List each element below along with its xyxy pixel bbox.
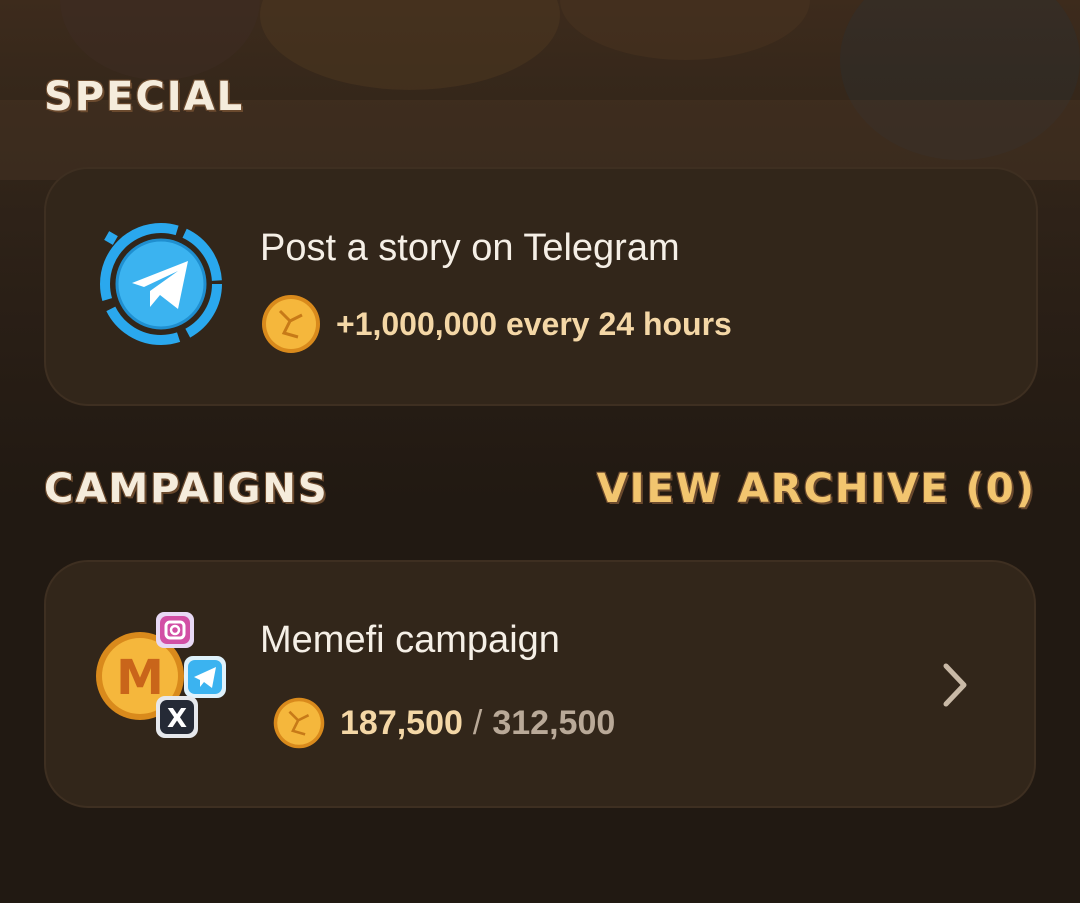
special-task-card[interactable]: Post a story on Telegram +1,000,000 ever… [44,167,1038,406]
telegram-icon [100,223,222,345]
special-task-title: Post a story on Telegram [260,227,680,269]
campaign-progress-current: 187,500 [340,703,463,742]
memefi-campaign-card[interactable]: M X Memefi campaign 187,500 / 312,500 [44,560,1036,808]
chevron-right-icon[interactable] [940,662,970,708]
campaign-progress-total: 312,500 [492,703,616,742]
memefi-coin-icon: M X [96,612,226,738]
campaign-progress: 187,500 / 312,500 [272,696,615,750]
campaign-title: Memefi campaign [260,619,560,661]
campaign-progress-separator: / [472,703,483,742]
coin-icon [273,697,325,749]
campaigns-section-title: CAMPAIGNS [44,466,329,512]
svg-text:M: M [116,650,164,706]
special-section-title: SPECIAL [44,74,245,120]
svg-text:X: X [167,704,187,734]
special-task-reward-text: +1,000,000 every 24 hours [336,305,732,342]
view-archive-link[interactable]: VIEW ARCHIVE (0) [597,466,1036,512]
special-task-reward: +1,000,000 every 24 hours [260,293,732,355]
coin-icon [262,295,320,353]
